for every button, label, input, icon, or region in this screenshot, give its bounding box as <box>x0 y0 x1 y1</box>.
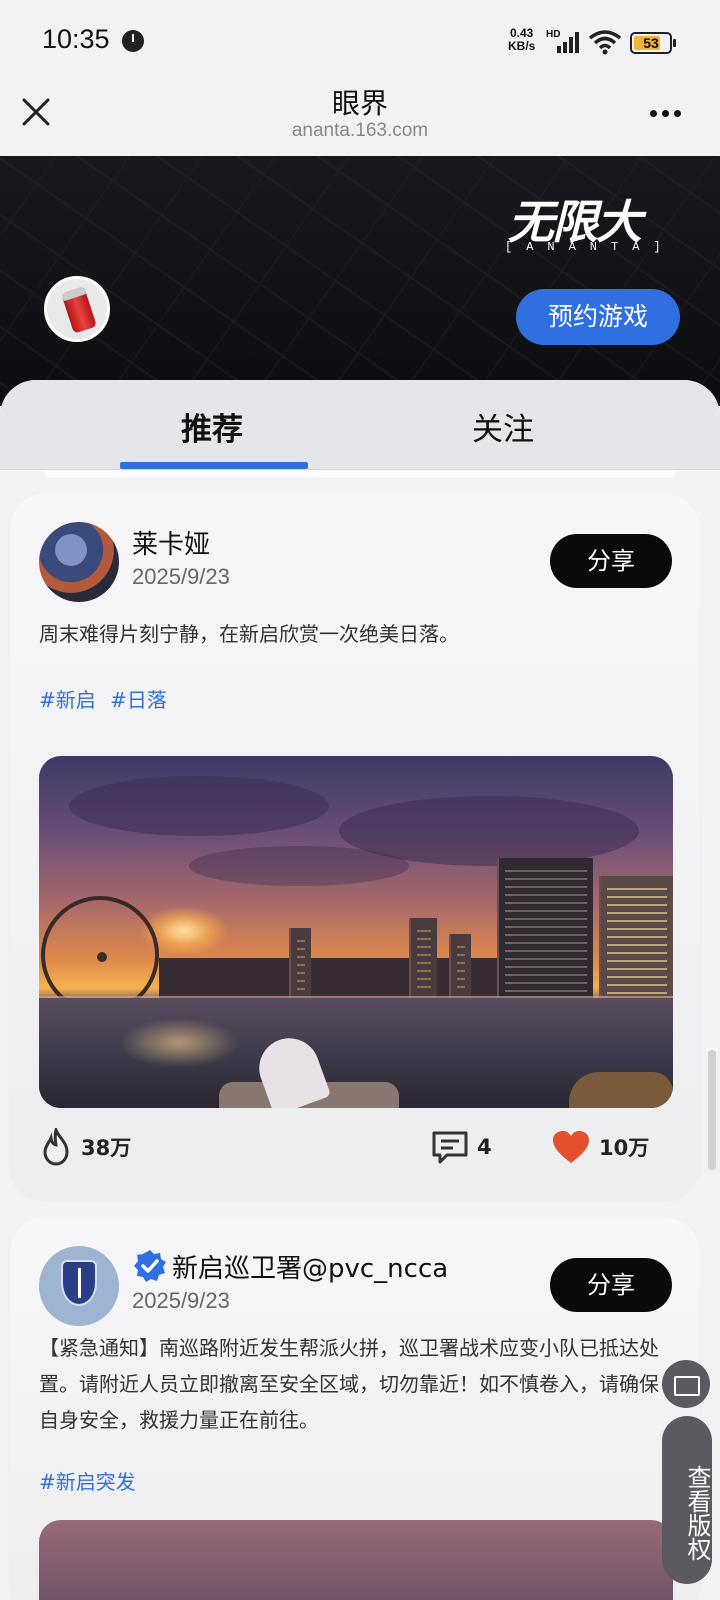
post-text: 【紧急通知】南巡路附近发生帮派火拼，巡卫署战术应变小队已抵达处置。请附近人员立即… <box>39 1336 659 1432</box>
battery-level: 53 <box>643 35 659 51</box>
avatar[interactable] <box>39 522 119 602</box>
share-button[interactable]: 分享 <box>550 1258 672 1312</box>
mail-icon[interactable] <box>662 1360 710 1408</box>
status-time: 10:35 <box>42 24 110 54</box>
post-date: 2025/9/23 <box>132 1288 230 1313</box>
tag-link[interactable]: #新启突发 <box>39 1470 136 1494</box>
network-speed-unit: KB/s <box>508 39 536 53</box>
tab-following[interactable]: 关注 <box>472 404 534 449</box>
alarm-clock-icon <box>122 30 144 52</box>
previous-card-edge <box>44 470 676 478</box>
game-logo-subtitle: [ANANTA] <box>505 240 675 254</box>
more-menu-icon[interactable] <box>650 102 690 118</box>
likes-stat[interactable]: 10万 <box>551 1122 649 1172</box>
page-title: 眼界 <box>331 87 388 120</box>
view-copyright-button[interactable]: 查看版权 <box>662 1416 712 1584</box>
post-tags: #新启突发 <box>39 1466 144 1495</box>
network-speed: 0.43 KB/s <box>508 27 535 53</box>
post-text: 周末难得片刻宁静，在新启欣赏一次绝美日落。 <box>39 622 459 646</box>
tab-recommended[interactable]: 推荐 <box>181 404 243 449</box>
heart-icon <box>553 1131 589 1163</box>
reserve-game-button[interactable]: 预约游戏 <box>516 289 680 345</box>
battery-icon: 53 <box>630 32 676 54</box>
verified-badge-icon <box>134 1250 166 1282</box>
post-stats: 38万 4 10万 <box>39 1122 673 1172</box>
post-date: 2025/9/23 <box>132 564 230 589</box>
game-banner: 无限大 [ANANTA] 预约游戏 <box>0 156 720 406</box>
post-card[interactable]: 莱卡娅 2025/9/23 分享 周末难得片刻宁静，在新启欣赏一次绝美日落。 #… <box>10 494 700 1200</box>
post-tags: #新启 #日落 <box>39 684 175 713</box>
post-card[interactable]: 新启巡卫署@pvc_ncca 2025/9/23 分享 【紧急通知】南巡路附近发… <box>10 1218 700 1600</box>
post-author[interactable]: 新启巡卫署@pvc_ncca <box>172 1248 448 1285</box>
status-bar: 10:35 0.43 KB/s HD 53 <box>0 0 720 80</box>
game-avatar[interactable] <box>44 276 110 342</box>
comments-stat[interactable]: 4 <box>431 1122 492 1172</box>
browser-title-bar: 眼界 ananta.163.com <box>0 80 720 156</box>
flame-icon <box>43 1128 69 1166</box>
likes-count: 10万 <box>599 1136 650 1160</box>
avatar[interactable] <box>39 1246 119 1326</box>
comment-icon <box>432 1131 468 1164</box>
views-count: 38万 <box>81 1136 132 1160</box>
post-author[interactable]: 莱卡娅 <box>132 524 210 561</box>
post-image-street[interactable] <box>39 1520 673 1600</box>
tag-link[interactable]: #日落 <box>110 688 167 712</box>
signal-icon <box>557 32 579 53</box>
tag-link[interactable]: #新启 <box>39 688 96 712</box>
wifi-icon <box>588 30 622 55</box>
page-url: ananta.163.com <box>291 120 429 141</box>
comments-count: 4 <box>477 1135 492 1159</box>
post-image-sunset[interactable] <box>39 756 673 1108</box>
share-button[interactable]: 分享 <box>550 534 672 588</box>
views-stat: 38万 <box>39 1122 131 1172</box>
feed-tabs: 推荐 关注 <box>0 380 720 470</box>
active-tab-indicator <box>120 462 308 469</box>
scrollbar-thumb[interactable] <box>708 1050 716 1170</box>
